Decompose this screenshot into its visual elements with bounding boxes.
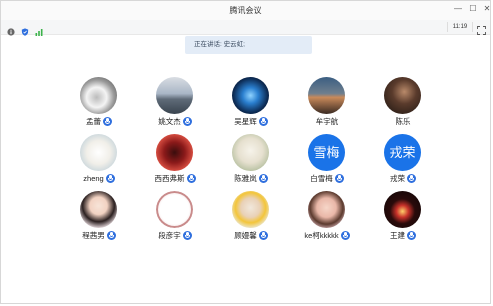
participant-name: ke柯kkkkk <box>304 230 339 240</box>
signal-icon[interactable] <box>35 23 44 41</box>
participant-name: 程茜男 <box>82 230 105 240</box>
participant-tile[interactable]: 陈雅岚 <box>213 134 289 183</box>
participant-name: 吴星辉 <box>234 116 257 126</box>
participant-name: 孟蕾 <box>86 116 101 126</box>
participant-tile[interactable]: ke柯kkkkk <box>289 191 365 240</box>
avatar <box>156 191 193 228</box>
clock-display: 11:19 <box>447 22 473 32</box>
participant-name: 陈雅岚 <box>234 173 257 183</box>
avatar <box>384 191 421 228</box>
microphone-icon[interactable] <box>258 116 268 126</box>
avatar <box>308 77 345 114</box>
avatar <box>384 77 421 114</box>
fullscreen-icon[interactable] <box>477 22 486 40</box>
microphone-icon[interactable] <box>258 230 268 240</box>
avatar: 雪梅 <box>308 134 345 171</box>
participant-tile[interactable]: 戎荣 戎荣 <box>365 134 441 183</box>
avatar <box>156 134 193 171</box>
avatar <box>80 134 117 171</box>
window-title: 腾讯会议 <box>229 6 262 15</box>
microphone-icon[interactable] <box>103 116 112 126</box>
minimize-icon[interactable]: — <box>453 4 463 13</box>
participant-name: 姚文杰 <box>158 116 181 126</box>
microphone-icon[interactable] <box>340 230 350 240</box>
close-icon[interactable]: ✕ <box>482 4 492 13</box>
participant-tile[interactable]: 陈乐 <box>365 77 441 126</box>
participant-tile[interactable]: 程茜男 <box>61 191 137 240</box>
avatar <box>80 191 117 228</box>
microphone-icon[interactable] <box>182 230 192 240</box>
participant-name: zheng <box>83 173 104 183</box>
participant-name: 陈乐 <box>395 116 411 126</box>
microphone-icon[interactable] <box>105 173 115 183</box>
participant-name: 白雪梅 <box>310 173 333 183</box>
avatar <box>80 77 117 114</box>
microphone-icon[interactable] <box>106 230 116 240</box>
participant-tile[interactable]: 吴星辉 <box>213 77 289 126</box>
avatar <box>232 77 269 114</box>
avatar <box>232 191 269 228</box>
participant-tile[interactable]: 王建 <box>365 191 441 240</box>
participant-tile[interactable]: 牟宇航 <box>289 77 365 126</box>
avatar <box>232 134 269 171</box>
avatar <box>308 191 345 228</box>
info-icon[interactable] <box>7 23 15 41</box>
participant-name: 戎荣 <box>390 173 405 183</box>
participant-tile[interactable]: 雪梅 白雪梅 <box>289 134 365 183</box>
maximize-icon[interactable]: ☐ <box>468 4 478 13</box>
participant-name: 顾嫚馨 <box>234 230 257 240</box>
microphone-icon[interactable] <box>258 173 268 183</box>
microphone-icon[interactable] <box>407 230 416 240</box>
meeting-window: 腾讯会议 — ☐ ✕ 11:19 正在讲话: 史云虹; 孟蕾 姚文杰 吴星辉 牟… <box>0 0 491 304</box>
title-bar: 腾讯会议 — ☐ ✕ <box>1 1 490 20</box>
microphone-icon[interactable] <box>182 116 192 126</box>
speaking-banner: 正在讲话: 史云虹; <box>185 36 312 54</box>
participant-name: 牟宇航 <box>315 116 339 126</box>
participant-tile[interactable]: 姚文杰 <box>137 77 213 126</box>
avatar <box>156 77 193 114</box>
shield-icon[interactable] <box>21 23 29 41</box>
microphone-icon[interactable] <box>334 173 344 183</box>
participant-name: 段彦宇 <box>158 230 181 240</box>
participant-tile[interactable]: 孟蕾 <box>61 77 137 126</box>
microphone-icon[interactable] <box>407 173 416 183</box>
participant-tile[interactable]: 西西弗斯 <box>137 134 213 183</box>
participant-tile[interactable]: zheng <box>61 134 137 183</box>
participant-name: 西西弗斯 <box>154 173 185 183</box>
participant-tile[interactable]: 顾嫚馨 <box>213 191 289 240</box>
avatar: 戎荣 <box>384 134 421 171</box>
participant-name: 王建 <box>390 230 405 240</box>
meeting-toolbar: 11:19 <box>1 20 490 36</box>
participant-grid: 孟蕾 姚文杰 吴星辉 牟宇航 陈乐 zheng 西西弗斯 陈雅岚 雪梅 白雪梅 … <box>61 77 441 240</box>
participant-tile[interactable]: 段彦宇 <box>137 191 213 240</box>
microphone-icon[interactable] <box>186 173 196 183</box>
